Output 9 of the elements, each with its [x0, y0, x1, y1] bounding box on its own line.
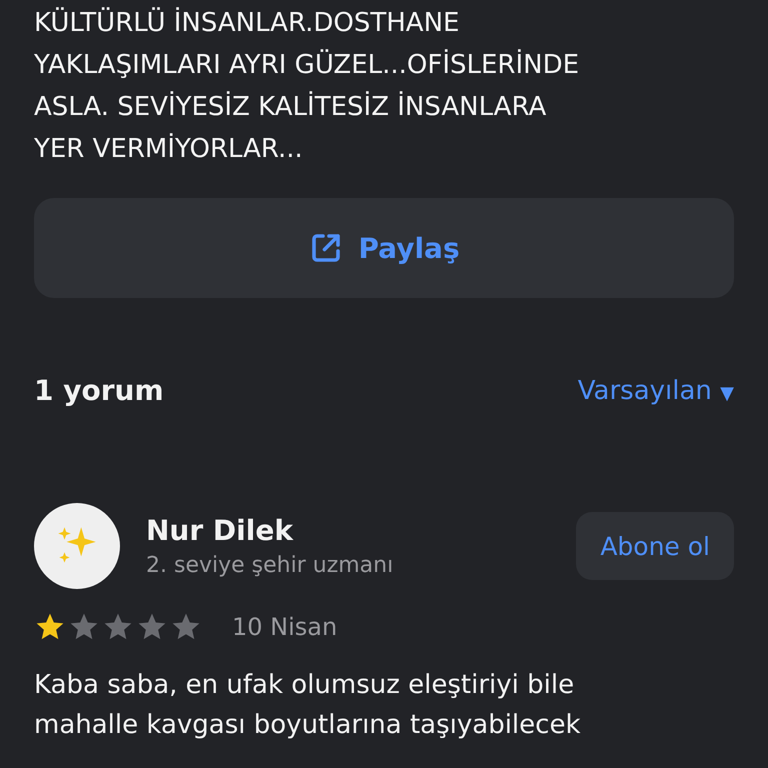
comment-date: 10 Nisan	[232, 613, 338, 641]
review-text: KÜLTÜRLÜ İNSANLAR.DOSTHANE YAKLAŞIMLARI AYRI GÜZEL...OFİSLERİNDE ASLA. SEVİYESİZ KALİTESİZ İNSANLARA YER VERMİYORLAR...	[34, 6, 580, 166]
author-name: Nur Dilek	[146, 514, 294, 547]
comment-text: Kaba saba, en ufak olumsuz eleştiriyi bile mahalle kavgası boyutlarına taşıyabilecek	[34, 669, 582, 742]
comment-count: 1 yorum	[34, 374, 164, 407]
sort-dropdown[interactable]: Varsayılan ▼	[578, 376, 734, 406]
subscribe-button[interactable]: Abone ol	[576, 512, 734, 580]
share-button[interactable]: Paylaş	[34, 198, 734, 298]
author-level: 2. seviye şehir uzmanı	[146, 553, 394, 578]
